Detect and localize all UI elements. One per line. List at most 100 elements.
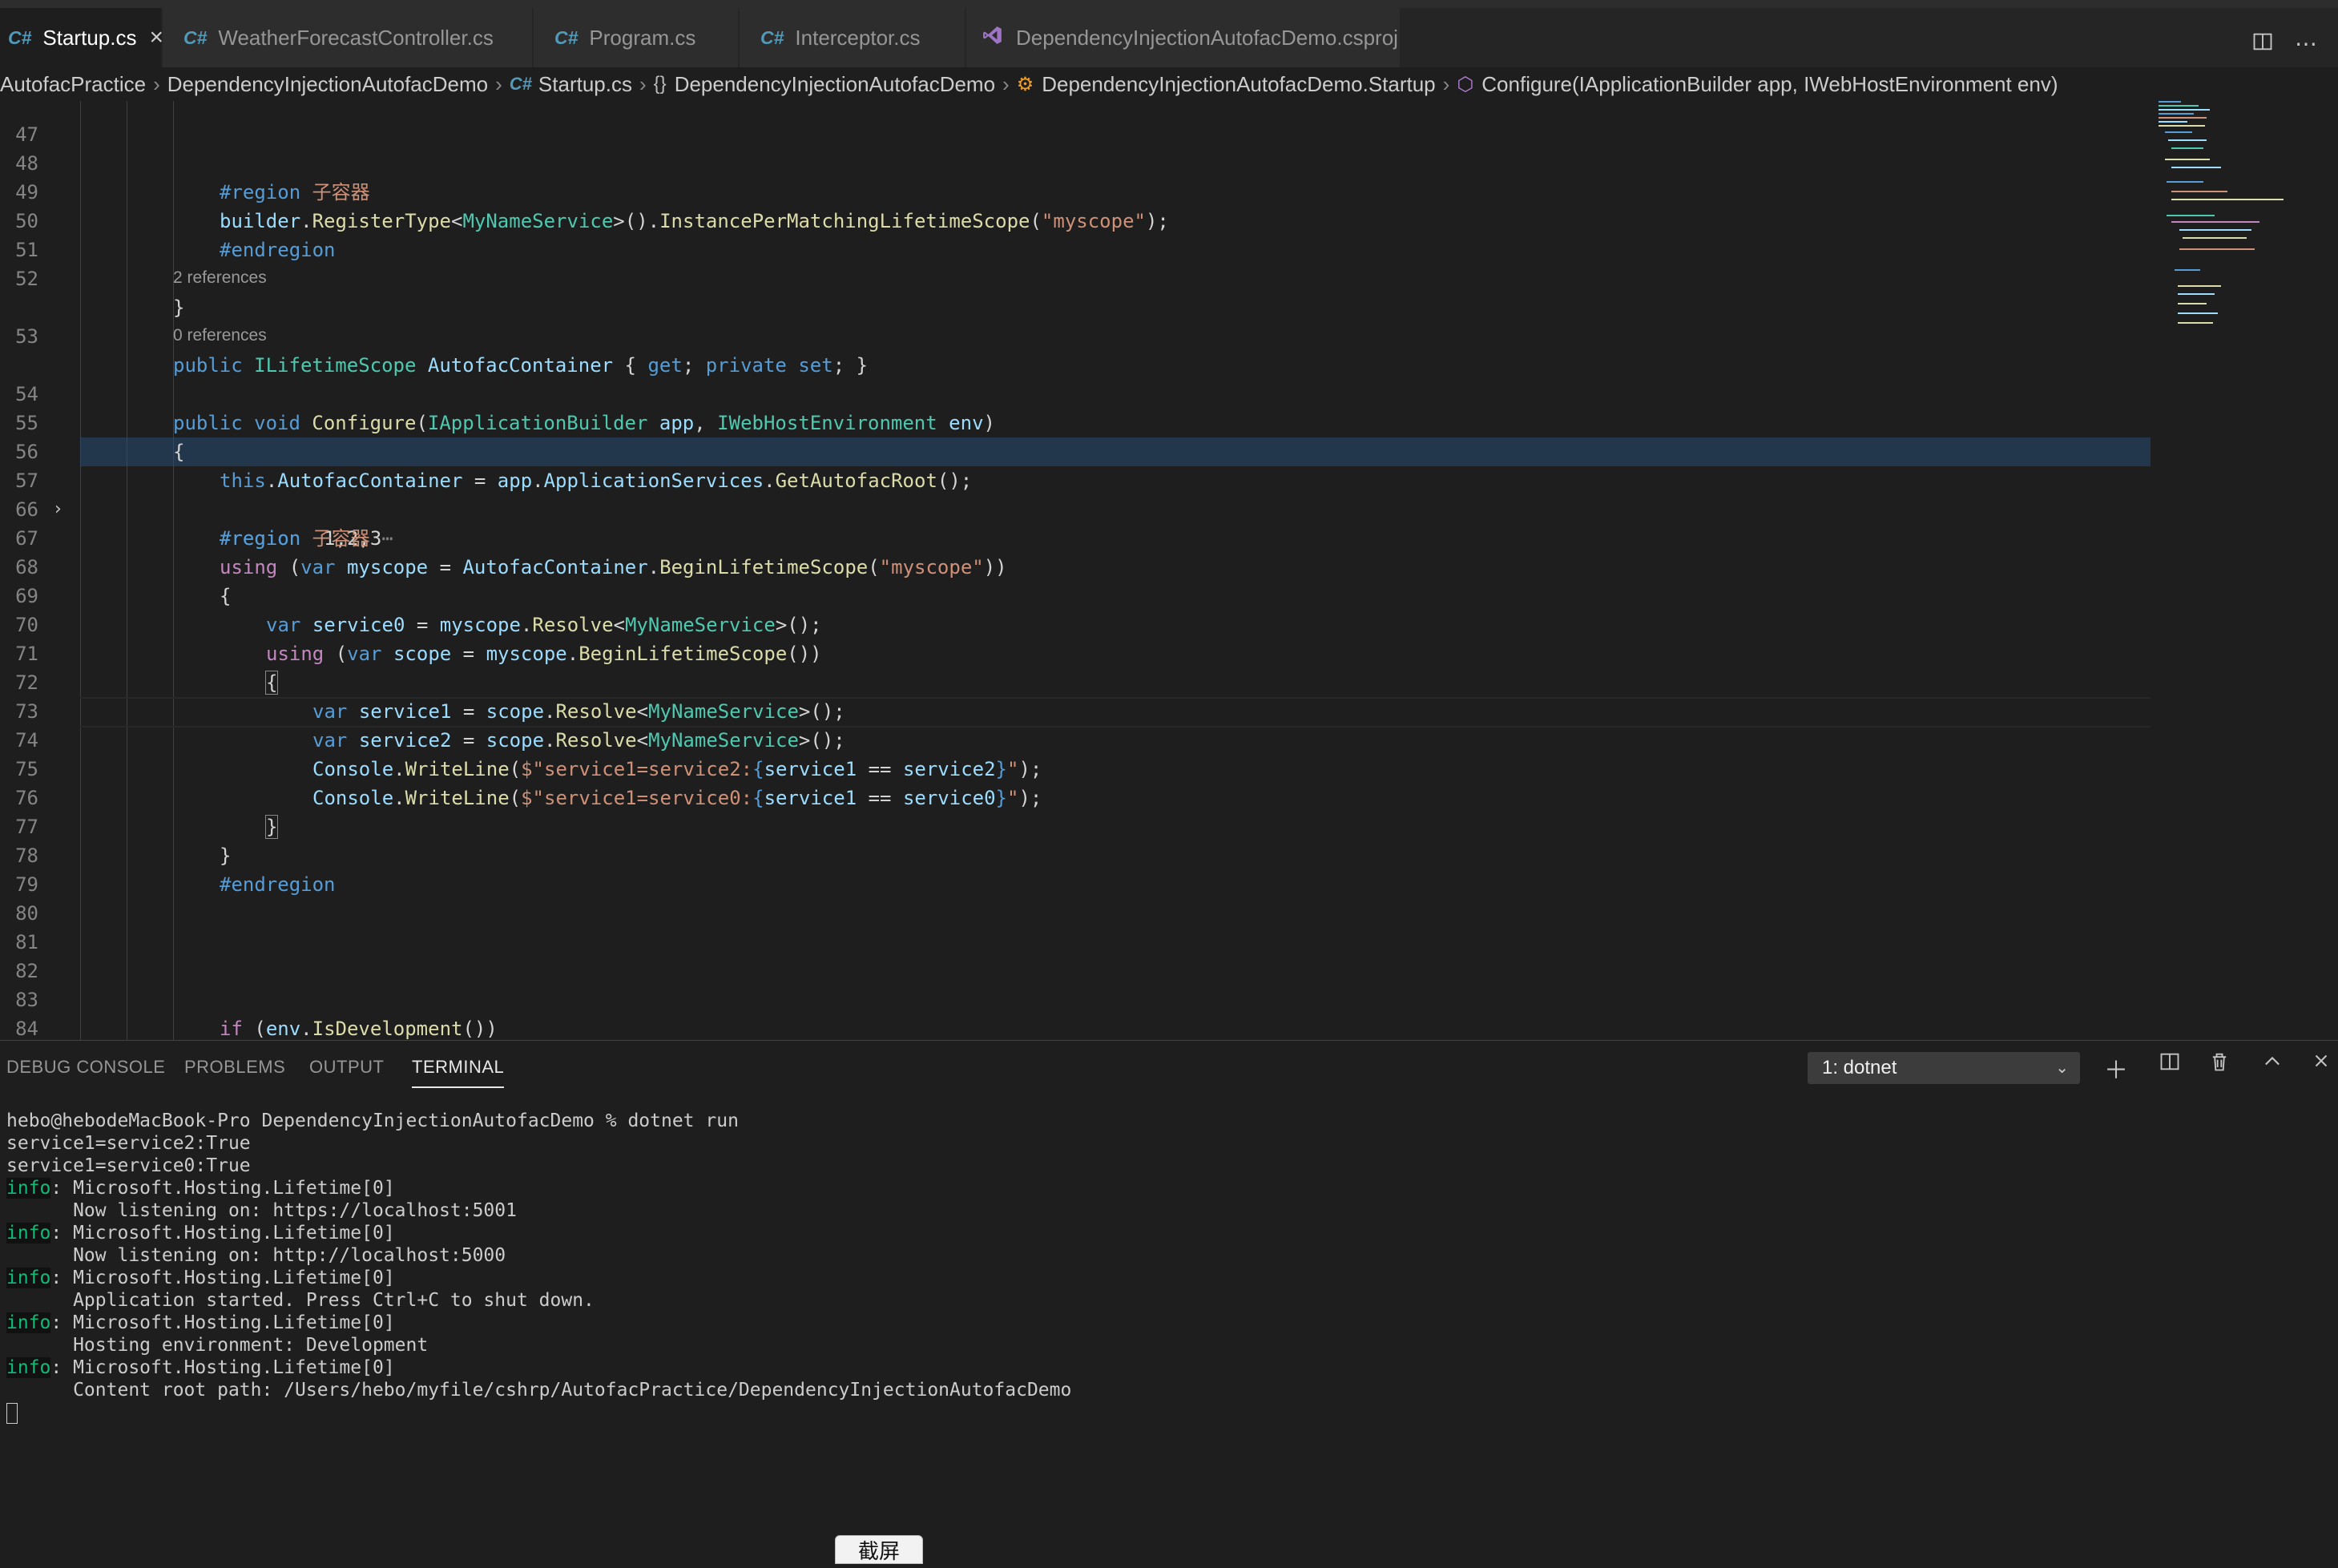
codelens-references[interactable]: 2 references	[173, 266, 267, 290]
code-line: 84 {	[0, 986, 46, 1040]
bracket-match: {	[264, 671, 279, 695]
plus-icon[interactable]: ＋	[2104, 1050, 2128, 1086]
code-text: public void Configure(IApplicationBuilde…	[173, 412, 995, 434]
terminal-line: info: Microsoft.Hosting.Lifetime[0]	[6, 1312, 395, 1333]
tab-program-cs[interactable]: C# Program.cs	[534, 8, 739, 67]
code-line: 75 Console.WriteLine($"service1=service0…	[0, 726, 1042, 809]
code-text: builder.RegisterType<MyNameService>().In…	[220, 210, 1169, 232]
code-line: 54 public void Configure(IApplicationBui…	[0, 351, 995, 434]
minimap-line	[2159, 125, 2205, 127]
split-editor-icon[interactable]	[2251, 30, 2274, 58]
breadcrumb-method[interactable]: Configure(IApplicationBuilder app, IWebH…	[1481, 72, 2058, 97]
tab-label: DependencyInjectionAutofacDemo.csproj	[1016, 25, 1398, 50]
minimap-line	[2159, 101, 2181, 103]
code-text: }	[173, 296, 185, 319]
code-line: 70 using (var scope = myscope.BeginLifet…	[0, 582, 822, 665]
minimap-line	[2159, 105, 2199, 107]
breadcrumb-file[interactable]: Startup.cs	[538, 72, 632, 97]
indent-guide	[80, 101, 81, 1040]
minimap[interactable]	[2155, 101, 2324, 389]
log-level: info	[6, 1223, 51, 1244]
class-icon: ⚙	[1016, 73, 1034, 95]
split-terminal-icon[interactable]	[2159, 1050, 2181, 1079]
line-number: 53	[15, 325, 38, 348]
code-line: 73 var service2 = scope.Resolve<MyNameSe…	[0, 668, 845, 752]
minimap-line	[2178, 303, 2207, 304]
interpolated-text: service1=service0:	[544, 787, 753, 809]
code-line: 68 {	[0, 524, 231, 607]
minimap-line	[2167, 215, 2215, 216]
chevron-up-icon[interactable]	[2261, 1050, 2284, 1079]
code-line: 66 #region 子容器	[0, 466, 370, 550]
breadcrumb-folder-project[interactable]: DependencyInjectionAutofacDemo	[167, 72, 488, 97]
tab-problems[interactable]: PROBLEMS	[184, 1057, 285, 1078]
code-text: public ILifetimeScope AutofacContainer {…	[173, 354, 869, 377]
terminal-line: service1=service0:True	[6, 1155, 251, 1176]
code-text: #endregion	[220, 873, 336, 896]
minimap-line	[2179, 229, 2251, 231]
code-line: 67 using (var myscope = AutofacContainer…	[0, 495, 1007, 578]
code-text: {	[264, 668, 279, 697]
csharp-file-icon: C#	[554, 26, 578, 48]
codelens-references[interactable]: 0 references	[173, 324, 267, 348]
folded-ellipsis[interactable]: ⋯	[381, 527, 393, 550]
tab-csproj[interactable]: DependencyInjectionAutofacDemo.csproj	[966, 8, 1401, 67]
trash-icon[interactable]	[2208, 1050, 2231, 1079]
scope-string: "myscope"	[879, 556, 984, 578]
minimap-line	[2165, 159, 2210, 160]
code-line: 51	[0, 207, 46, 261]
editor-tab-bar: C# Startup.cs × C# WeatherForecastContro…	[0, 8, 2338, 67]
code-text: Console.WriteLine($"service1=service0:{s…	[312, 787, 1042, 809]
code-text: var service0 = myscope.Resolve<MyNameSer…	[266, 614, 822, 636]
log-text: Microsoft.Hosting.Lifetime[0]	[73, 1223, 395, 1244]
tab-interceptor-cs[interactable]: C# Interceptor.cs	[740, 8, 965, 67]
minimap-line	[2159, 121, 2187, 123]
terminal-select[interactable]: 1: dotnet ⌄	[1808, 1052, 2080, 1084]
screenshot-button[interactable]: 截屏	[835, 1535, 923, 1564]
code-line: 50 #endregion	[0, 178, 335, 261]
log-text: Microsoft.Hosting.Lifetime[0]	[73, 1357, 395, 1378]
tab-debug-console[interactable]: DEBUG CONSOLE	[6, 1057, 165, 1078]
code-line: 71 {	[0, 611, 279, 695]
log-text: Microsoft.Hosting.Lifetime[0]	[73, 1178, 395, 1199]
minimap-line	[2165, 131, 2192, 133]
terminal-line: hebo@hebodeMacBook-Pro DependencyInjecti…	[6, 1110, 739, 1131]
terminal-line: info: Microsoft.Hosting.Lifetime[0]	[6, 1178, 395, 1199]
minimap-line	[2171, 221, 2259, 223]
interpolated-text: service1=service2:	[544, 758, 753, 780]
chevron-right-icon: ›	[639, 71, 647, 96]
namespace-icon: {}	[653, 73, 667, 95]
terminal-line: info: Microsoft.Hosting.Lifetime[0]	[6, 1268, 395, 1288]
terminal-line: info: Microsoft.Hosting.Lifetime[0]	[6, 1223, 395, 1244]
minimap-line	[2171, 167, 2221, 168]
code-line: 53 public ILifetimeScope AutofacContaine…	[0, 293, 868, 377]
code-line: 78 #endregion	[0, 812, 335, 896]
tab-weatherforecastcontroller-cs[interactable]: C# WeatherForecastController.cs	[163, 8, 533, 67]
tab-startup-cs[interactable]: C# Startup.cs ×	[0, 8, 163, 67]
code-line: 72 var service1 = scope.Resolve<MyNameSe…	[0, 639, 845, 723]
code-line: 55 {	[0, 380, 184, 463]
code-text: #endregion	[220, 239, 336, 261]
code-text: var service1 = scope.Resolve<MyNameServi…	[312, 700, 845, 723]
code-text: {	[173, 441, 185, 463]
code-line: 83 if (env.IsDevelopment())	[0, 957, 498, 1040]
more-icon[interactable]: ⋯	[2295, 30, 2317, 58]
terminal-output[interactable]: hebo@hebodeMacBook-Pro DependencyInjecti…	[6, 1110, 1071, 1424]
log-level: info	[6, 1357, 51, 1378]
breadcrumb-folder-autofacpractice[interactable]: AutofacPractice	[0, 72, 146, 97]
close-icon[interactable]	[2311, 1050, 2332, 1078]
breadcrumb-class[interactable]: DependencyInjectionAutofacDemo.Startup	[1042, 72, 1435, 97]
code-editor[interactable]: 47 48 #region 子容器 49 builder.RegisterTyp…	[0, 101, 2338, 1040]
breadcrumb-namespace[interactable]: DependencyInjectionAutofacDemo	[675, 72, 995, 97]
chevron-right-icon: ›	[1002, 71, 1010, 96]
region-name: 子容器	[312, 181, 370, 204]
window-top-edge	[0, 0, 2338, 8]
close-icon[interactable]: ×	[149, 24, 163, 51]
tab-terminal[interactable]: TERMINAL	[412, 1057, 505, 1088]
terminal-line: info: Microsoft.Hosting.Lifetime[0]	[6, 1357, 395, 1378]
scope-string: "myscope"	[1041, 210, 1146, 232]
chevron-right-icon[interactable]: ›	[54, 495, 62, 524]
terminal-cursor	[6, 1402, 18, 1424]
code-line: 69 var service0 = myscope.Resolve<MyName…	[0, 553, 822, 636]
tab-output[interactable]: OUTPUT	[309, 1057, 384, 1078]
